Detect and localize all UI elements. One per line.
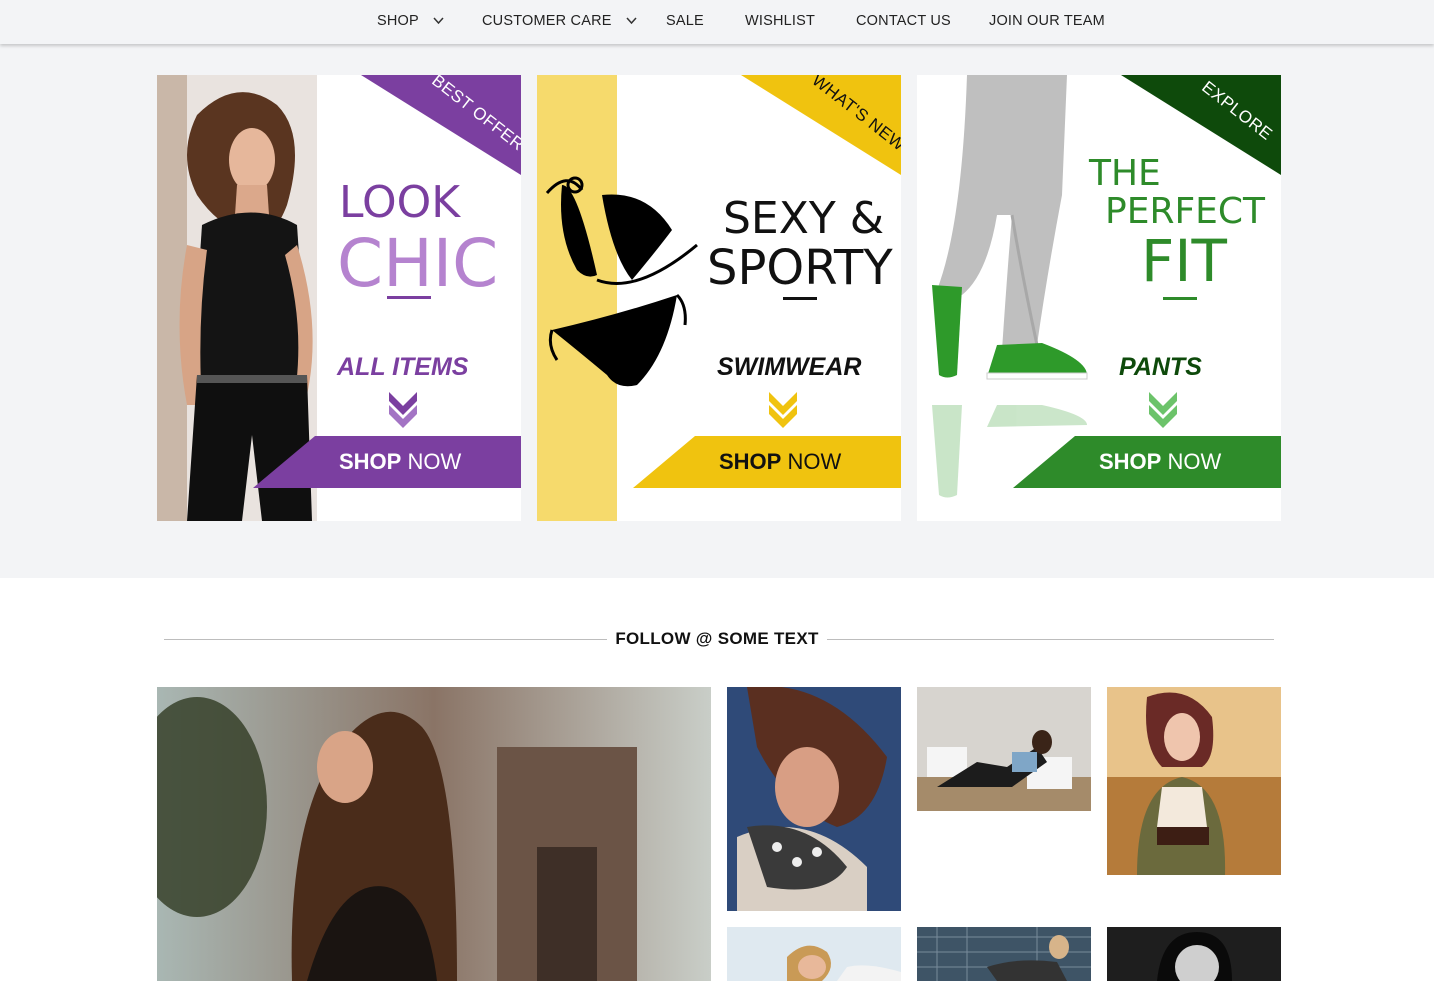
top-navigation: SHOP CUSTOMER CARE SALE WISHLIST CONTACT… <box>0 0 1434 44</box>
headline-line-1: THE <box>1089 153 1161 194</box>
headline-line-1: SEXY & <box>723 193 885 244</box>
headline-divider <box>783 297 817 300</box>
nav-item-sale[interactable]: SALE <box>666 13 704 29</box>
nav-item-wishlist[interactable]: WISHLIST <box>745 13 815 29</box>
headline-line-2: PERFECT <box>1105 191 1266 232</box>
gallery-photo-floor[interactable] <box>917 687 1091 811</box>
double-chevron-down-icon <box>769 392 797 428</box>
headline-line-1: LOOK <box>339 177 461 228</box>
headline-line-2: CHIC <box>337 225 499 302</box>
shop-now-button[interactable]: SHOP NOW <box>1013 436 1281 488</box>
follow-heading: FOLLOW @ SOME TEXT <box>0 629 1434 649</box>
double-chevron-down-icon <box>389 392 417 428</box>
gallery-photo-field[interactable] <box>1107 687 1281 875</box>
promo-banner-swimwear[interactable]: WHAT'S NEW SEXY & SPORTY SWIMWEAR SHOP N… <box>537 75 901 521</box>
banner-subtitle: SWIMWEAR <box>717 353 862 381</box>
shop-now-label: SHOP NOW <box>339 449 462 474</box>
headline-divider <box>387 296 431 299</box>
gallery-photo-fence[interactable] <box>917 927 1091 981</box>
gallery-photo-beach[interactable] <box>727 927 901 981</box>
promo-banner-all-items[interactable]: BEST OFFER LOOK CHIC ALL ITEMS SHOP NOW <box>157 75 521 521</box>
headline-divider <box>1163 297 1197 300</box>
headline-line-2: SPORTY <box>707 240 893 296</box>
nav-item-label: CONTACT US <box>856 13 951 29</box>
nav-item-join-our-team[interactable]: JOIN OUR TEAM <box>989 13 1105 29</box>
nav-item-contact-us[interactable]: CONTACT US <box>856 13 951 29</box>
gallery-photo-scarf[interactable] <box>727 687 901 911</box>
shop-now-button[interactable]: SHOP NOW <box>253 436 521 488</box>
gallery-photo-large[interactable] <box>157 687 711 981</box>
double-chevron-down-icon <box>1149 392 1177 428</box>
headline-line-3: FIT <box>1141 227 1227 295</box>
nav-item-label: WISHLIST <box>745 13 816 29</box>
nav-item-label: SALE <box>666 13 704 29</box>
chevron-down-icon <box>433 17 444 25</box>
gallery-photo-bw[interactable] <box>1107 927 1281 981</box>
nav-item-label: JOIN OUR TEAM <box>989 13 1105 29</box>
promo-banner-pants[interactable]: EXPLORE THE PERFECT FIT PANTS SHOP NOW <box>917 75 1281 521</box>
shop-now-label: SHOP NOW <box>1099 449 1222 474</box>
nav-item-shop[interactable]: SHOP <box>377 13 444 29</box>
nav-item-label: CUSTOMER CARE <box>482 13 612 29</box>
chevron-down-icon <box>626 17 637 25</box>
banner-subtitle: PANTS <box>1119 353 1202 381</box>
banner-subtitle: ALL ITEMS <box>337 353 469 381</box>
nav-item-label: SHOP <box>377 13 419 29</box>
shop-now-label: SHOP NOW <box>719 449 842 474</box>
shop-now-button[interactable]: SHOP NOW <box>633 436 901 488</box>
nav-item-customer-care[interactable]: CUSTOMER CARE <box>482 13 637 29</box>
follow-heading-text: FOLLOW @ SOME TEXT <box>607 629 827 648</box>
